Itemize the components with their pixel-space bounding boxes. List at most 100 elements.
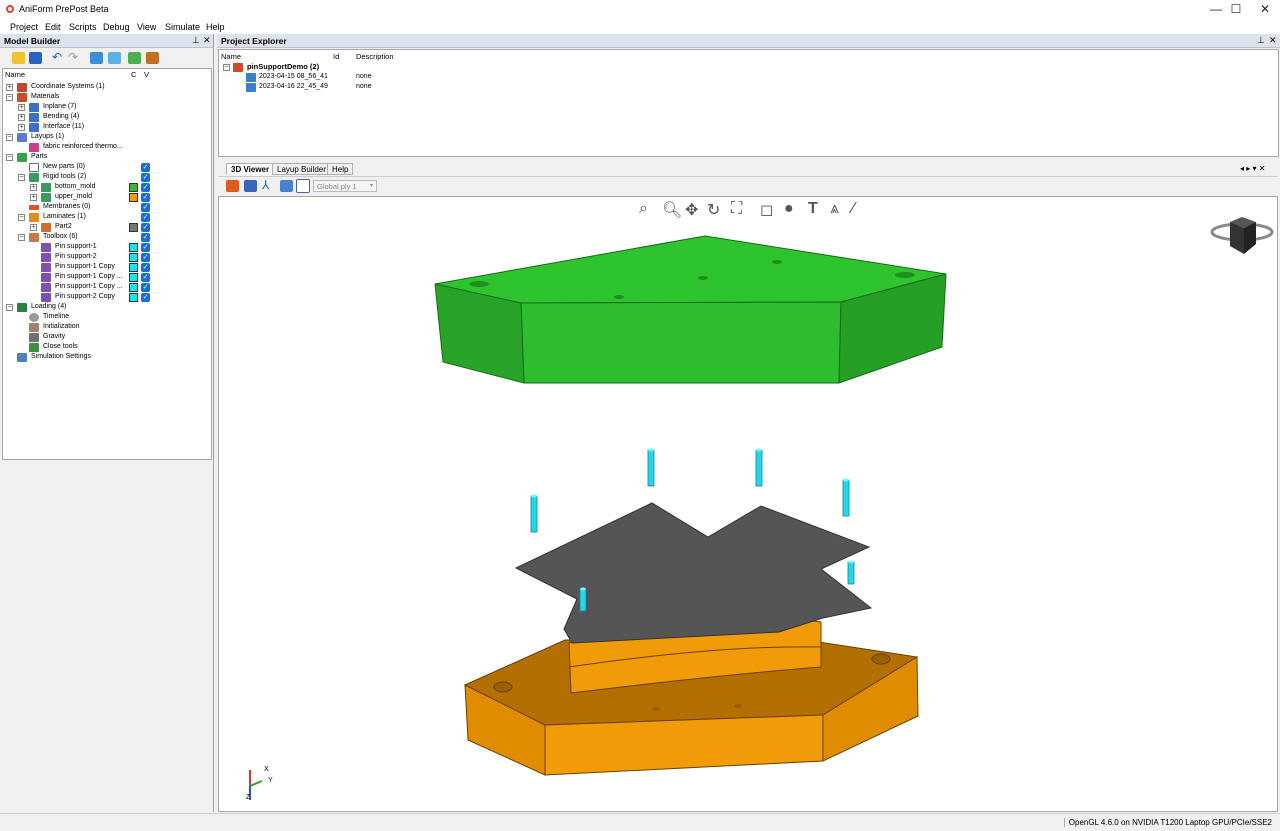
layer-tool-icon[interactable] — [244, 180, 257, 192]
tree-item-pin-support[interactable]: Pin support-1 Copy — [55, 262, 115, 272]
axis-tool-icon[interactable]: ⅄ — [262, 178, 275, 192]
color-swatch[interactable] — [129, 243, 138, 252]
visibility-checkbox[interactable]: ✓ — [141, 253, 150, 262]
tab-3d-viewer[interactable]: 3D Viewer — [226, 163, 275, 175]
open-folder-icon[interactable] — [12, 52, 25, 64]
visibility-checkbox[interactable]: ✓ — [141, 293, 150, 302]
collapse-toggle[interactable]: − — [18, 174, 25, 181]
visibility-checkbox[interactable]: ✓ — [141, 163, 150, 172]
visibility-checkbox[interactable]: ✓ — [141, 233, 150, 242]
menu-view[interactable]: View — [137, 22, 156, 32]
close-panel-icon[interactable]: ✕ — [203, 35, 211, 46]
view-cube-icon[interactable] — [1210, 214, 1274, 258]
pan-icon[interactable]: ✥ — [685, 200, 698, 220]
tree-item-pin-support[interactable]: Pin support-1 Copy ... — [55, 282, 123, 292]
tree-item-toolbox[interactable]: Toolbox (6) — [43, 232, 78, 242]
visibility-checkbox[interactable]: ✓ — [141, 193, 150, 202]
fit-view-icon[interactable]: ⛶ — [731, 200, 742, 218]
color-swatch[interactable] — [129, 273, 138, 282]
tree-item-membranes[interactable]: Membranes (0) — [43, 202, 90, 212]
collapse-toggle[interactable]: − — [6, 94, 13, 101]
tree-item-loading[interactable]: Loading (4) — [31, 302, 66, 312]
visibility-checkbox[interactable]: ✓ — [141, 283, 150, 292]
tree-item-initialization[interactable]: Initialization — [43, 322, 80, 332]
ply-tool-icon[interactable] — [226, 180, 239, 192]
collapse-toggle[interactable]: − — [6, 304, 13, 311]
export-model-icon[interactable] — [108, 52, 121, 64]
tree-item-interface[interactable]: Interface (11) — [43, 122, 84, 132]
visibility-checkbox[interactable]: ✓ — [141, 203, 150, 212]
tree-item-bottom-mold[interactable]: bottom_mold — [55, 182, 95, 192]
expand-toggle[interactable]: + — [30, 224, 37, 231]
save-icon[interactable] — [29, 52, 42, 64]
measure-icon[interactable]: ⁄ — [852, 200, 855, 218]
color-swatch[interactable] — [129, 183, 138, 192]
tree-item-parts[interactable]: Parts — [31, 152, 47, 162]
menu-edit[interactable]: Edit — [45, 22, 61, 32]
visibility-checkbox[interactable]: ✓ — [141, 183, 150, 192]
color-swatch[interactable] — [129, 263, 138, 272]
pin-panel-icon[interactable]: ⊥ — [192, 35, 200, 46]
tree-item-pin-support[interactable]: Pin support-1 — [55, 242, 97, 252]
tab-controls[interactable]: ◂ ▸ ▾ ✕ — [1240, 164, 1265, 173]
undo-icon[interactable]: ↶ — [52, 50, 65, 64]
text-annotation-icon[interactable]: T — [808, 200, 818, 218]
tree-item-simulation-settings[interactable]: Simulation Settings — [31, 352, 91, 362]
run-item-name[interactable]: 2023-04-16 22_45_49 — [259, 83, 328, 90]
draw-tool-icon[interactable] — [280, 180, 293, 192]
project-item[interactable]: pinSupportDemo (2) — [247, 62, 319, 71]
pin-panel-icon[interactable]: ⊥ — [1257, 35, 1265, 46]
visibility-checkbox[interactable]: ✓ — [141, 213, 150, 222]
color-swatch[interactable] — [129, 193, 138, 202]
expand-toggle[interactable]: + — [18, 104, 25, 111]
tree-item-laminates[interactable]: Laminates (1) — [43, 212, 86, 222]
zoom-icon[interactable]: 🔍︎ — [662, 200, 682, 220]
color-swatch[interactable] — [129, 283, 138, 292]
section-icon[interactable]: ⩓ — [830, 200, 839, 218]
visibility-checkbox[interactable]: ✓ — [141, 223, 150, 232]
expand-toggle[interactable]: + — [6, 84, 13, 91]
close-panel-icon[interactable]: ✕ — [1269, 35, 1277, 46]
tab-help[interactable]: Help — [327, 163, 354, 175]
tree-item-pin-support[interactable]: Pin support-1 Copy ... — [55, 272, 123, 282]
expand-toggle[interactable]: + — [30, 184, 37, 191]
tree-item-layup[interactable]: fabric reinforced thermo... — [43, 142, 123, 152]
grid-tool-icon[interactable] — [296, 179, 310, 193]
color-swatch[interactable] — [129, 253, 138, 262]
color-swatch[interactable] — [129, 223, 138, 232]
tree-item-rigid-tools[interactable]: Rigid tools (2) — [43, 172, 86, 182]
collapse-toggle[interactable]: − — [6, 154, 13, 161]
tree-item-close-tools[interactable]: Close tools — [43, 342, 78, 352]
collapse-toggle[interactable]: − — [223, 64, 230, 71]
import-model-icon[interactable] — [90, 52, 103, 64]
menu-debug[interactable]: Debug — [103, 22, 130, 32]
tree-item-part2[interactable]: Part2 — [55, 222, 72, 232]
collapse-toggle[interactable]: − — [18, 234, 25, 241]
validate-icon[interactable] — [128, 52, 141, 64]
visibility-checkbox[interactable]: ✓ — [141, 243, 150, 252]
visibility-checkbox[interactable]: ✓ — [141, 263, 150, 272]
close-window-button[interactable]: ✕ — [1245, 0, 1280, 19]
3d-viewport[interactable] — [218, 196, 1278, 812]
tree-item-coordinate-systems[interactable]: Coordinate Systems (1) — [31, 82, 105, 92]
redo-icon[interactable]: ↷ — [68, 50, 81, 64]
tree-item-upper-mold[interactable]: upper_mold — [55, 192, 92, 202]
tree-item-materials[interactable]: Materials — [31, 92, 59, 102]
run-item-name[interactable]: 2023-04-15 08_56_41 — [259, 73, 328, 80]
tree-item-gravity[interactable]: Gravity — [43, 332, 65, 342]
menu-simulate[interactable]: Simulate — [165, 22, 200, 32]
tab-layup-builder[interactable]: Layup Builder — [272, 163, 331, 175]
tree-item-inplane[interactable]: Inplane (7) — [43, 102, 76, 112]
collapse-toggle[interactable]: − — [18, 214, 25, 221]
run-simulation-icon[interactable] — [146, 52, 159, 64]
tree-item-bending[interactable]: Bending (4) — [43, 112, 79, 122]
menu-project[interactable]: Project — [10, 22, 38, 32]
tree-item-layups[interactable]: Layups (1) — [31, 132, 64, 142]
expand-toggle[interactable]: + — [30, 194, 37, 201]
wireframe-cube-icon[interactable]: ◻ — [760, 200, 773, 220]
menu-help[interactable]: Help — [206, 22, 225, 32]
expand-toggle[interactable]: + — [18, 124, 25, 131]
color-swatch[interactable] — [129, 293, 138, 302]
visibility-checkbox[interactable]: ✓ — [141, 273, 150, 282]
tree-item-new-parts[interactable]: New parts (0) — [43, 162, 85, 172]
